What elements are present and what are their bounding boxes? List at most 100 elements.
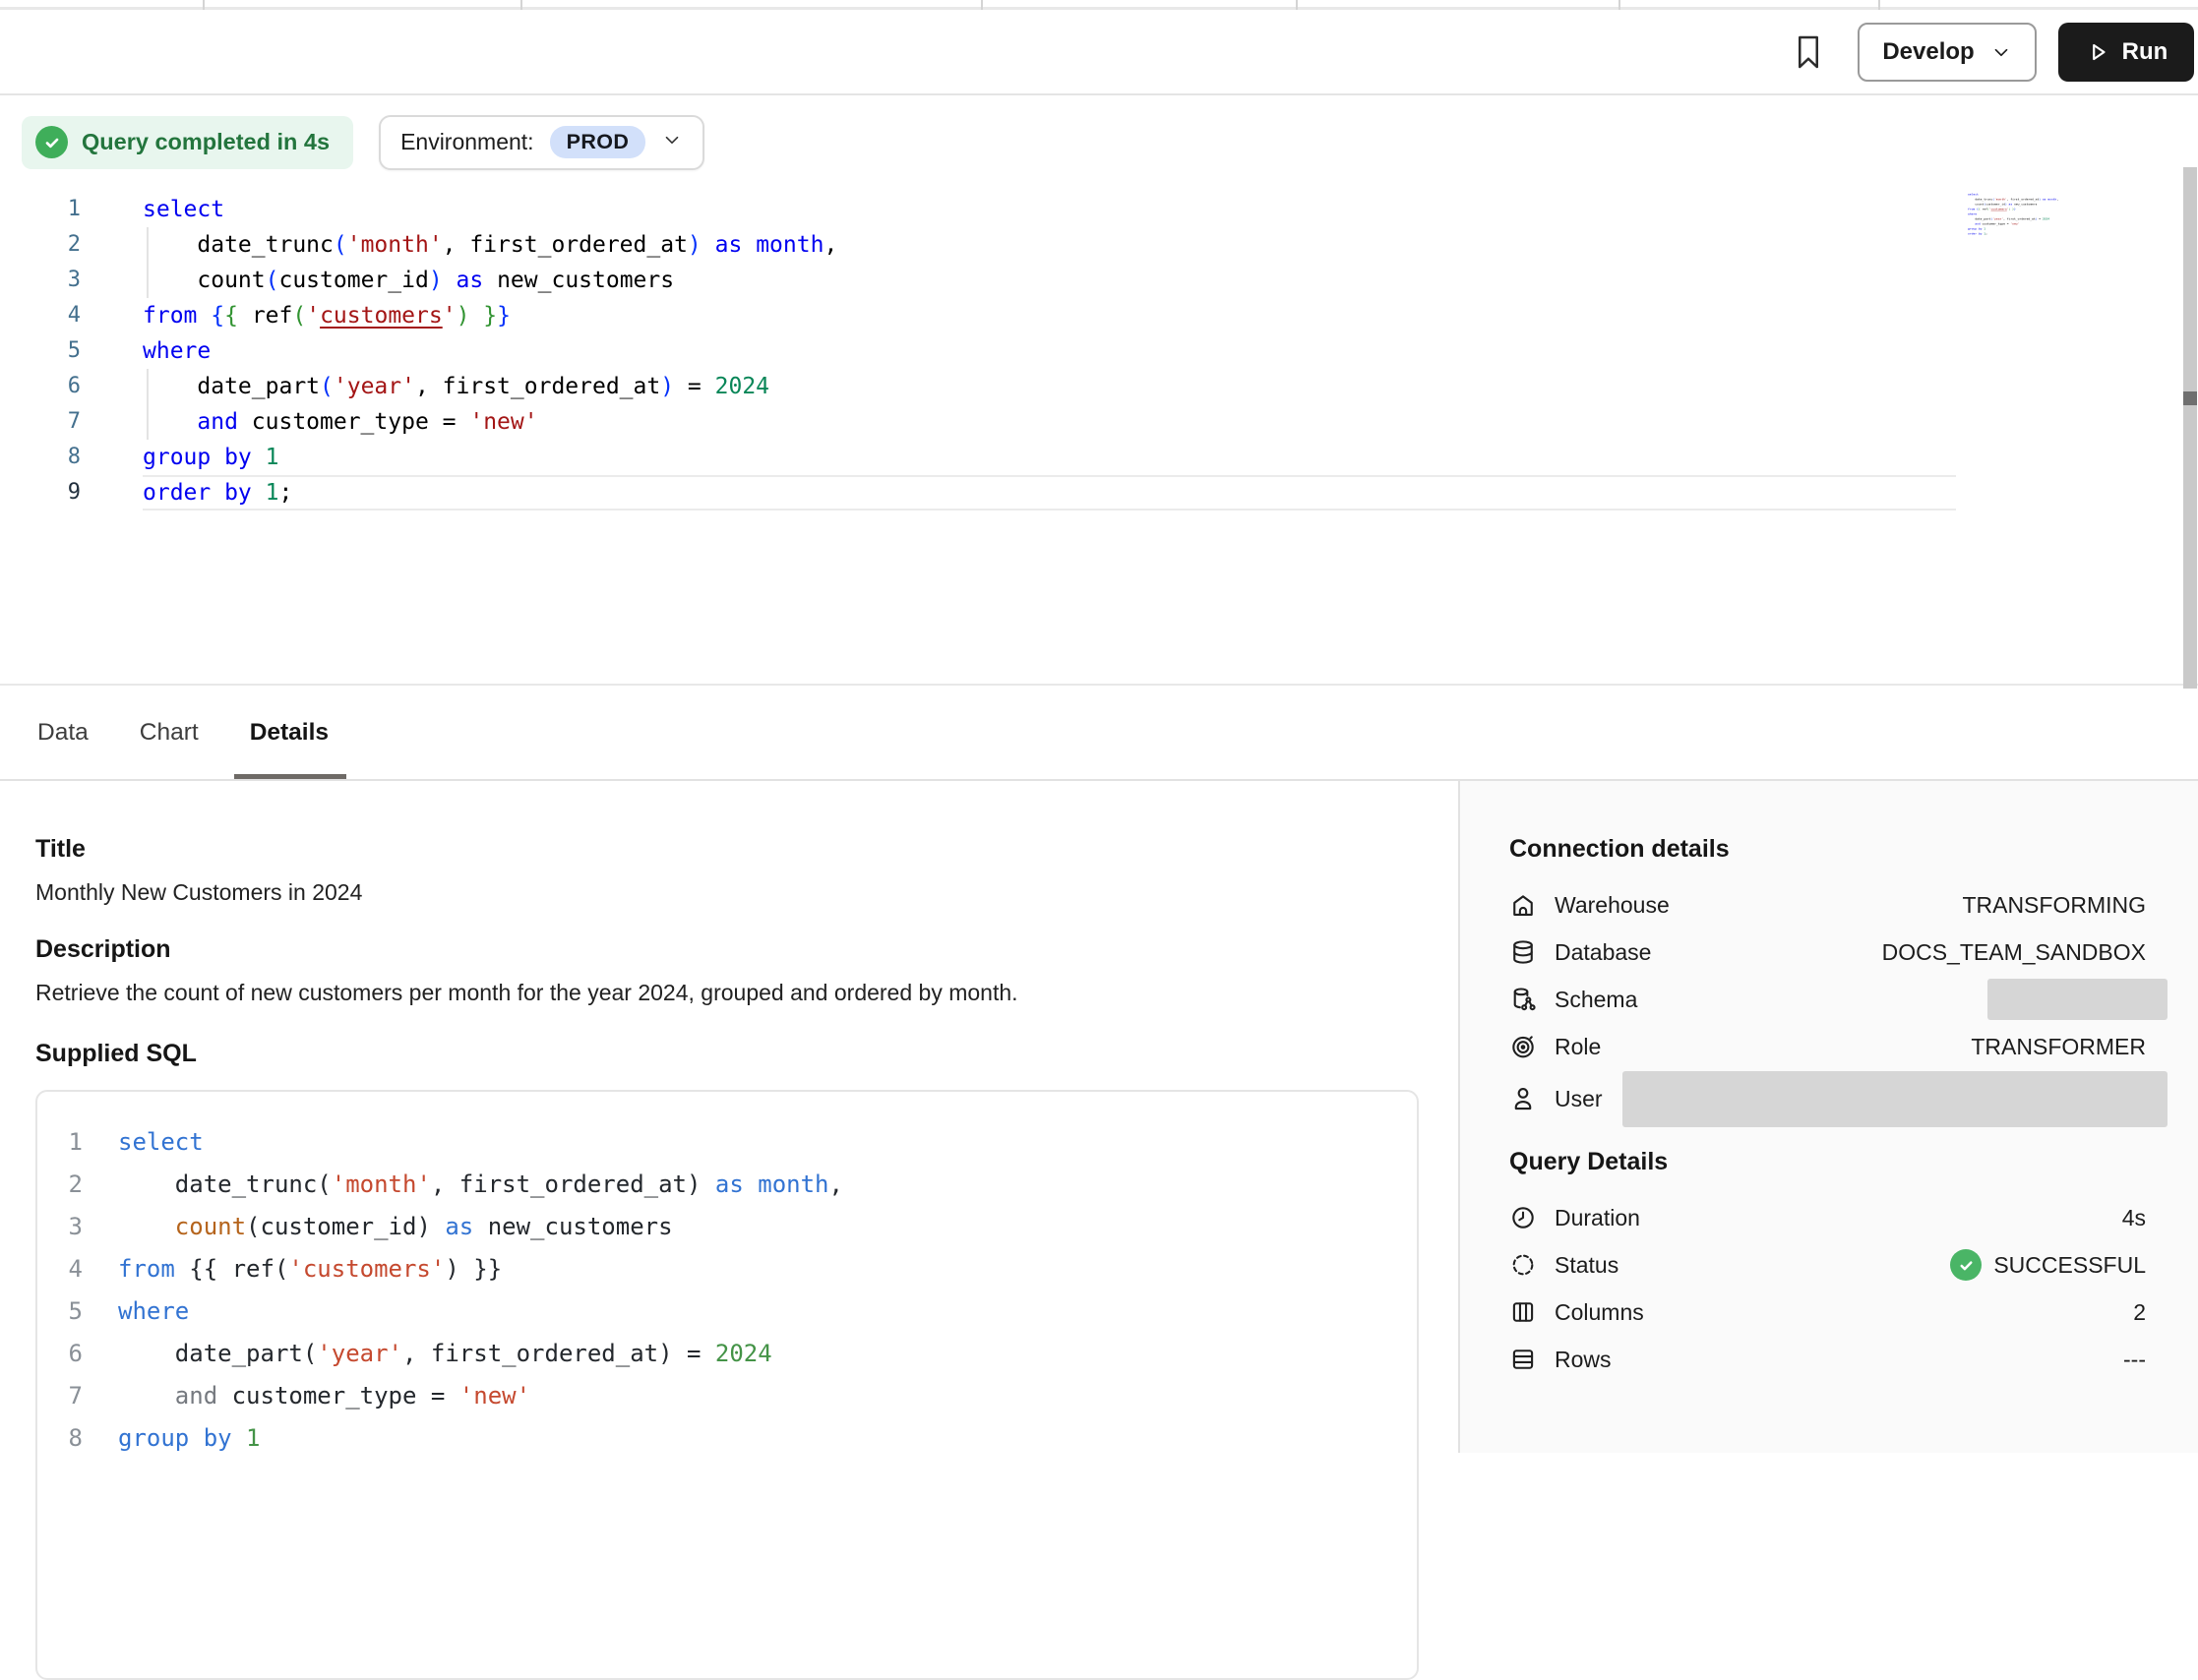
editor-scrollbar[interactable] [2183,167,2197,689]
code-text: count(customer_id) as new_customers [143,263,1956,298]
detail-row-duration: Duration4s [1509,1194,2146,1241]
code-text: date_part('year', first_ordered_at) = 20… [143,369,1956,404]
detail-label: Duration [1555,1205,2122,1231]
scrollbar-thumb[interactable] [2183,391,2197,405]
details-right-panel: Connection details WarehouseTRANSFORMING… [1458,781,2198,1453]
run-label: Run [2122,38,2168,66]
detail-row-columns: Columns2 [1509,1289,2146,1336]
detail-label: Role [1555,1034,1971,1060]
code-line: 6 date_part('year', first_ordered_at) = … [0,369,2198,404]
code-line: 9order by 1; [0,475,2198,510]
code-line: 4 from {{ ref('customers') }} [0,298,2198,333]
description-value: Retrieve the count of new customers per … [35,978,1419,1007]
code-text: where [118,1290,189,1333]
line-number: 4 [0,298,81,333]
title-value: Monthly New Customers in 2024 [35,877,1419,907]
editor-tab-strip [0,0,2198,10]
redacted-value [1987,979,2167,1020]
detail-value [1622,1071,2146,1127]
clock-icon [1509,1203,1539,1232]
code-line: 2 date_trunc('month', first_ordered_at) … [0,227,2198,263]
editor-code-area[interactable]: 1 select2 date_trunc('month', first_order… [0,179,2198,510]
description-heading: Description [35,934,1419,964]
sql-editor[interactable]: 1 select2 date_trunc('month', first_order… [0,179,2198,686]
code-line: 6 date_part('year', first_ordered_at) = … [37,1333,1417,1375]
detail-row-database: DatabaseDOCS_TEAM_SANDBOX [1509,929,2146,976]
code-text: from {{ ref('customers') }} [143,298,1956,333]
redacted-value [1622,1071,2167,1127]
tab-details[interactable]: Details [248,686,331,779]
detail-label: Schema [1555,987,1987,1013]
detail-row-status: StatusSUCCESSFUL [1509,1241,2146,1289]
line-number: 9 [0,475,81,510]
tab-data[interactable]: Data [35,686,91,779]
code-line: 7 and customer_type = 'new' [0,404,2198,440]
detail-row-user: User [1509,1070,2146,1127]
query-status-badge: Query completed in 4s [22,116,353,169]
line-number: 1 [37,1121,83,1164]
line-number: 1 [0,192,81,227]
detail-row-rows: Rows--- [1509,1336,2146,1383]
detail-label: Rows [1555,1347,2123,1373]
code-line: 1select [37,1121,1417,1164]
details-left-panel: Title Monthly New Customers in 2024 Desc… [0,781,1458,1453]
detail-row-warehouse: WarehouseTRANSFORMING [1509,881,2146,929]
detail-label: Database [1555,939,1882,966]
success-check-icon [1950,1249,1982,1281]
tab-divider [981,0,983,10]
detail-value: 4s [2122,1205,2146,1231]
line-number: 5 [37,1290,83,1333]
line-number: 7 [37,1375,83,1417]
code-text: count(customer_id) as new_customers [118,1206,673,1248]
code-line: 5where [0,333,2198,369]
chevron-down-icon [1990,41,2012,63]
role-icon [1509,1032,1539,1061]
detail-value: TRANSFORMING [1962,892,2146,919]
code-line: 4from {{ ref('customers') }} [37,1248,1417,1290]
supplied-sql-block: 1select2 date_trunc('month', first_order… [35,1090,1419,1680]
environment-dropdown[interactable]: Environment: PROD [379,115,704,170]
tab-chart[interactable]: Chart [138,686,201,779]
toolbar: Develop Run [0,10,2198,95]
detail-value: --- [2123,1347,2146,1373]
code-line: 1 select [0,192,2198,227]
environment-label: Environment: [400,129,534,155]
line-number: 7 [0,404,81,440]
query-details-rows: Duration4sStatusSUCCESSFULColumns2Rows--… [1509,1194,2146,1383]
develop-menu-button[interactable]: Develop [1858,23,2037,82]
run-button[interactable]: Run [2058,23,2194,82]
line-number: 8 [0,440,81,475]
query-details-heading: Query Details [1509,1147,2146,1176]
status-bar: Query completed in 4s Environment: PROD [0,95,2198,179]
detail-label: Warehouse [1555,892,1962,919]
code-text: group by 1 [143,440,1956,475]
tab-divider [520,0,522,10]
supplied-sql-heading: Supplied SQL [35,1039,1419,1068]
title-heading: Title [35,834,1419,864]
detail-value: SUCCESSFUL [1950,1249,2146,1281]
rows-icon [1509,1345,1539,1374]
play-icon [2085,39,2110,65]
line-number: 4 [37,1248,83,1290]
code-text: date_trunc('month', first_ordered_at) as… [143,227,1956,263]
status-icon [1509,1250,1539,1280]
environment-value-pill: PROD [550,126,646,158]
tab-divider [1296,0,1298,10]
line-number: 2 [37,1164,83,1206]
details-content: Title Monthly New Customers in 2024 Desc… [0,781,2198,1453]
code-line: 3 count(customer_id) as new_customers [0,263,2198,298]
connection-details-heading: Connection details [1509,834,2146,864]
tab-divider [203,0,205,10]
code-text: select [143,192,1956,227]
editor-minimap[interactable]: select date_trunc('month', first_ordered… [1968,192,2115,369]
detail-value: DOCS_TEAM_SANDBOX [1882,939,2146,966]
code-line: 7 and customer_type = 'new' [37,1375,1417,1417]
line-number: 5 [0,333,81,369]
code-text: and customer_type = 'new' [143,404,1956,440]
detail-value: 2 [2133,1299,2146,1326]
query-status-text: Query completed in 4s [82,129,330,155]
code-text: date_trunc('month', first_ordered_at) as… [118,1164,843,1206]
schema-icon [1509,985,1539,1014]
line-number: 6 [37,1333,83,1375]
bookmark-button[interactable] [1785,23,1832,82]
